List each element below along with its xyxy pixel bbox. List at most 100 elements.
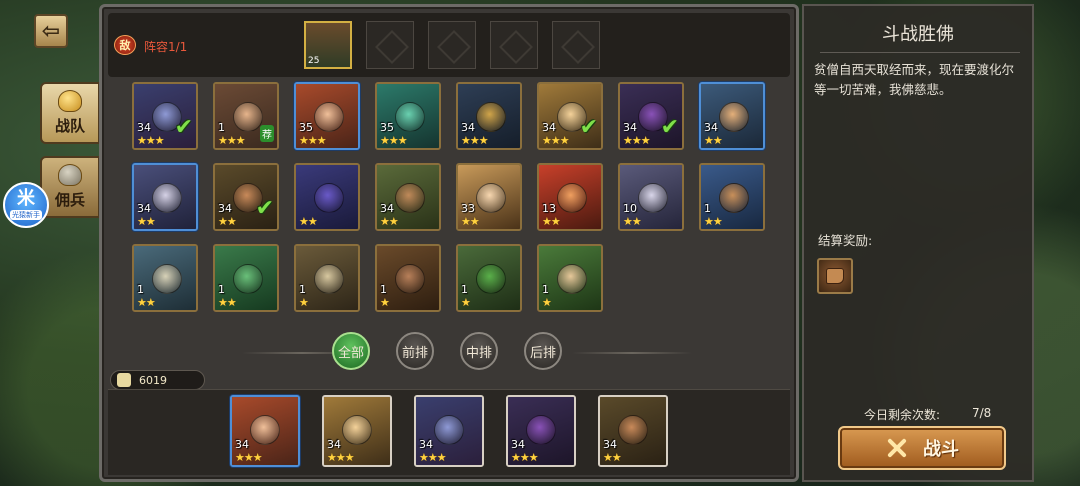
hero-face xyxy=(395,102,425,132)
lineup-bar: 敌 阵容1/1 25 xyxy=(108,13,790,77)
hero-card[interactable]: 34 ★★ ✔ xyxy=(213,163,279,231)
hero-card[interactable]: 13 ★★ xyxy=(537,163,603,231)
hero-stars: ★★★ xyxy=(235,451,263,464)
hero-card[interactable]: 34 ★★★ ✔ xyxy=(132,82,198,150)
hero-stars: ★ xyxy=(461,296,471,309)
hero-card[interactable]: 10 ★★ xyxy=(618,163,684,231)
hero-face xyxy=(152,264,182,294)
lineup-slot-empty[interactable] xyxy=(552,21,600,69)
hero-card[interactable]: 1 ★★ xyxy=(213,244,279,312)
tab-team[interactable]: 战队 xyxy=(40,82,100,144)
hero-card[interactable]: 1 ★★★ 荐 xyxy=(213,82,279,150)
power-display: 6019 xyxy=(110,370,205,390)
reward-label: 结算奖励: xyxy=(818,233,873,248)
hero-level: 1 xyxy=(542,283,549,296)
beginner-glyph: 米 xyxy=(17,188,35,209)
hero-card[interactable]: 34 ★★ xyxy=(132,163,198,231)
hero-level: 34 xyxy=(327,438,341,451)
stage-info-panel: 斗战胜佛 贫僧自西天取经而来，现在要渡化尔等一切苦难，我佛慈悲。 结算奖励: 今… xyxy=(802,4,1034,482)
crossed-swords-icon xyxy=(885,436,909,460)
remaining-value: 7/8 xyxy=(972,406,992,420)
hero-level: 1 xyxy=(380,283,387,296)
hero-level: 34 xyxy=(704,121,718,134)
hero-card[interactable]: 34 ★★ xyxy=(598,395,668,467)
filter-button[interactable]: 后排 xyxy=(524,332,562,370)
hero-card[interactable]: 34 ★★★ xyxy=(414,395,484,467)
lineup-slot-empty[interactable] xyxy=(366,21,414,69)
hero-level: 34 xyxy=(461,121,475,134)
hero-stars: ★★★ xyxy=(218,134,246,147)
hero-stars: ★★★ xyxy=(542,134,570,147)
hero-stars: ★ xyxy=(299,296,309,309)
tab-mercenary[interactable]: 佣兵 xyxy=(40,156,100,218)
back-button[interactable]: ⇦ xyxy=(34,14,68,48)
hero-face xyxy=(719,102,749,132)
fist-icon xyxy=(117,373,131,387)
hero-card[interactable]: 33 ★★ xyxy=(456,163,522,231)
tab-team-label: 战队 xyxy=(54,117,85,135)
hero-stars: ★★ xyxy=(380,215,399,228)
hero-card[interactable]: 1 ★ xyxy=(537,244,603,312)
hero-card[interactable]: 1 ★★ xyxy=(699,163,765,231)
hero-card[interactable]: 35 ★★★ xyxy=(294,82,360,150)
hero-face xyxy=(618,415,648,445)
hero-card[interactable]: 34 ★★ xyxy=(699,82,765,150)
back-arrow-icon: ⇦ xyxy=(41,18,61,44)
reward-item[interactable] xyxy=(817,258,853,294)
hero-level: 1 xyxy=(218,121,225,134)
hero-stars: ★★ xyxy=(461,215,480,228)
selected-team-tray: 34 ★★★ 34 ★★★ 34 ★★★ 34 ★★★ 34 ★★ xyxy=(108,389,790,475)
power-value: 6019 xyxy=(139,373,167,387)
mercenary-helmet-icon xyxy=(58,164,82,186)
hero-level: 10 xyxy=(623,202,637,215)
hero-face xyxy=(476,264,506,294)
stage-description: 贫僧自西天取经而来，现在要渡化尔等一切苦难，我佛慈悲。 xyxy=(814,62,1015,97)
selected-check-icon: ✔ xyxy=(660,115,679,140)
hero-level: 34 xyxy=(380,202,394,215)
hero-stars: ★★ xyxy=(623,215,642,228)
hero-stars: ★★ xyxy=(542,215,561,228)
hero-stars: ★★ xyxy=(299,215,318,228)
boots-icon xyxy=(826,268,844,284)
beginner-badge[interactable]: 米 光猿新手 xyxy=(3,182,49,228)
divider-right xyxy=(572,352,692,354)
hero-level: 34 xyxy=(137,202,151,215)
hero-card[interactable]: 34 ★★★ xyxy=(322,395,392,467)
lineup-slot-empty[interactable] xyxy=(428,21,476,69)
hero-face xyxy=(233,102,263,132)
hero-stars: ★★★ xyxy=(380,134,408,147)
hero-level: 34 xyxy=(511,438,525,451)
hero-card[interactable]: 34 ★★ xyxy=(375,163,441,231)
hero-card[interactable]: 1 ★★ xyxy=(132,244,198,312)
filter-button[interactable]: 全部 xyxy=(332,332,370,370)
hero-face xyxy=(434,415,464,445)
hero-card[interactable]: ★★ xyxy=(294,163,360,231)
hero-card[interactable]: 1 ★ xyxy=(375,244,441,312)
hero-card[interactable]: 35 ★★★ xyxy=(375,82,441,150)
hero-card[interactable]: 1 ★ xyxy=(294,244,360,312)
lineup-slot-empty[interactable] xyxy=(490,21,538,69)
hero-level: 34 xyxy=(235,438,249,451)
hero-card[interactable]: 34 ★★★ xyxy=(456,82,522,150)
hero-stars: ★★ xyxy=(218,296,237,309)
hero-card[interactable]: 34 ★★★ ✔ xyxy=(618,82,684,150)
hero-card[interactable]: 34 ★★★ xyxy=(506,395,576,467)
fight-button[interactable]: 战斗 xyxy=(838,426,1006,470)
filter-button[interactable]: 中排 xyxy=(460,332,498,370)
hero-grid: 34 ★★★ ✔ 1 ★★★ 荐 35 ★★★ 35 ★★★ 34 ★★★ 34 ★★★ ✔ 34 ★★★ ✔ 34… xyxy=(132,82,772,322)
position-filter: 全部 前排 中排 后排 xyxy=(332,332,562,370)
hero-face xyxy=(233,264,263,294)
filter-button[interactable]: 前排 xyxy=(396,332,434,370)
hero-stars: ★★ xyxy=(704,134,723,147)
hero-level: 1 xyxy=(137,283,144,296)
hero-face xyxy=(250,415,280,445)
lineup-slot-level: 25 xyxy=(308,56,320,66)
hero-face xyxy=(526,415,556,445)
hero-card[interactable]: 34 ★★★ xyxy=(230,395,300,467)
hero-card[interactable]: 1 ★ xyxy=(456,244,522,312)
hero-card[interactable]: 34 ★★★ ✔ xyxy=(537,82,603,150)
team-helmet-icon xyxy=(58,90,82,112)
fight-label: 战斗 xyxy=(923,439,959,460)
lineup-slot-filled[interactable]: 25 xyxy=(304,21,352,69)
hero-stars: ★★ xyxy=(137,296,156,309)
